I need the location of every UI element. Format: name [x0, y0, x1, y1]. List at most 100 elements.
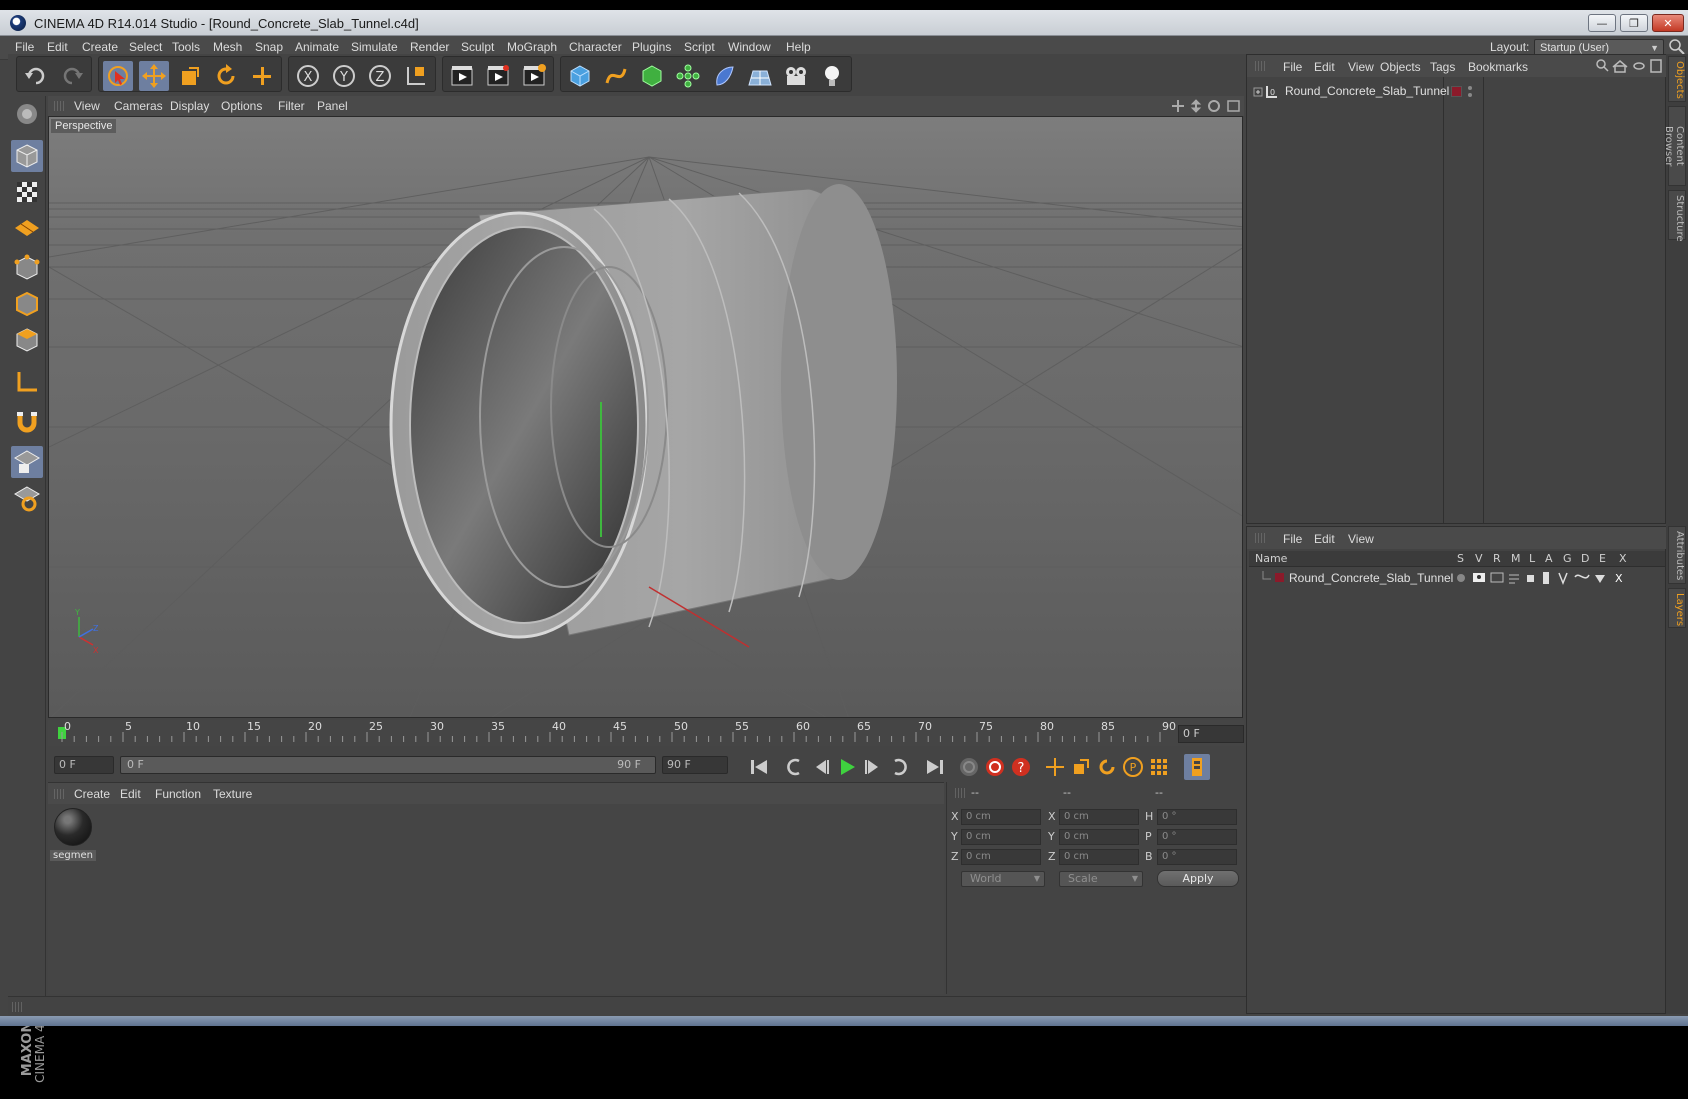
nurbs-icon[interactable]: [637, 61, 667, 91]
minimize-button[interactable]: —: [1588, 14, 1616, 32]
next-frame-icon[interactable]: [860, 754, 886, 780]
col-render[interactable]: R: [1493, 552, 1501, 565]
timeline-window-icon[interactable]: [1184, 754, 1210, 780]
col-locked[interactable]: L: [1529, 552, 1535, 565]
layer-menu-file[interactable]: File: [1283, 532, 1302, 546]
move-tool-icon[interactable]: [139, 61, 169, 91]
coordinate-mode-dropdown[interactable]: World ▼: [961, 871, 1045, 887]
edges-mode-icon[interactable]: [11, 288, 43, 320]
undo-icon[interactable]: [21, 61, 51, 91]
menu-window[interactable]: Window: [728, 40, 771, 54]
key-pla-icon[interactable]: [1146, 754, 1172, 780]
size-mode-dropdown[interactable]: Scale ▼: [1059, 871, 1143, 887]
pos-y-field[interactable]: 0 cm: [961, 829, 1041, 845]
col-xref[interactable]: X: [1619, 552, 1627, 565]
workplane-mode-icon[interactable]: [11, 212, 43, 244]
render-settings-icon[interactable]: [519, 61, 549, 91]
tab-attributes[interactable]: Attributes: [1668, 526, 1686, 584]
col-generators[interactable]: G: [1563, 552, 1572, 565]
menu-help[interactable]: Help: [786, 40, 811, 54]
previous-frame-icon[interactable]: [808, 754, 834, 780]
object-menu-tags[interactable]: Tags: [1430, 60, 1455, 74]
rot-h-field[interactable]: 0 °: [1157, 809, 1237, 825]
rot-b-field[interactable]: 0 °: [1157, 849, 1237, 865]
camera-icon[interactable]: [781, 61, 811, 91]
autokey-icon[interactable]: [982, 754, 1008, 780]
material-menu-function[interactable]: Function: [155, 787, 201, 801]
viewport-menu-filter[interactable]: Filter: [278, 99, 305, 113]
object-row[interactable]: 0 Round_Concrete_Slab_Tunnel: [1253, 83, 1653, 101]
tab-content-browser[interactable]: Content Browser: [1663, 106, 1686, 186]
previous-key-icon[interactable]: [782, 754, 808, 780]
axis-mode-icon[interactable]: [11, 366, 43, 398]
menu-edit[interactable]: Edit: [47, 40, 68, 54]
frame-range-slider[interactable]: 0 F 90 F: [120, 756, 656, 774]
live-selection-icon[interactable]: [103, 61, 133, 91]
layer-row[interactable]: Round_Concrete_Slab_Tunnel X: [1249, 569, 1665, 587]
perspective-viewport[interactable]: Y X Z Perspective: [48, 116, 1243, 718]
viewport-menu-cameras[interactable]: Cameras: [114, 99, 163, 113]
timeline-ruler[interactable]: 0 5 10 15 20 25 30 35 40 45 50 55 60 65 70 75 80 85 90: [48, 720, 1244, 746]
panel-grip-icon[interactable]: [1255, 533, 1265, 543]
x-axis-lock-icon[interactable]: X: [293, 61, 323, 91]
panel-grip-icon[interactable]: [54, 101, 64, 111]
close-button[interactable]: ✕: [1652, 14, 1684, 32]
layer-tag-icon[interactable]: [1451, 86, 1462, 97]
menu-snap[interactable]: Snap: [255, 40, 283, 54]
key-position-icon[interactable]: [1042, 754, 1068, 780]
record-keys-disabled-icon[interactable]: [956, 754, 982, 780]
layer-menu-view[interactable]: View: [1348, 532, 1374, 546]
col-deformers[interactable]: D: [1581, 552, 1589, 565]
array-icon[interactable]: [673, 61, 703, 91]
rotate-tool-icon[interactable]: [211, 61, 241, 91]
panel-grip-icon[interactable]: [54, 789, 64, 799]
cube-icon[interactable]: [565, 61, 595, 91]
size-y-field[interactable]: 0 cm: [1059, 829, 1139, 845]
menu-animate[interactable]: Animate: [295, 40, 339, 54]
z-axis-lock-icon[interactable]: Z: [365, 61, 395, 91]
rot-p-field[interactable]: 0 °: [1157, 829, 1237, 845]
object-menu-file[interactable]: File: [1283, 60, 1302, 74]
coordinate-system-icon[interactable]: [401, 61, 431, 91]
key-rotation-icon[interactable]: [1094, 754, 1120, 780]
object-menu-objects[interactable]: Objects: [1380, 60, 1421, 74]
go-to-start-icon[interactable]: [746, 754, 772, 780]
object-menu-bookmarks[interactable]: Bookmarks: [1468, 60, 1528, 74]
restore-button[interactable]: ❐: [1620, 14, 1648, 32]
pos-z-field[interactable]: 0 cm: [961, 849, 1041, 865]
make-editable-icon[interactable]: [11, 98, 43, 130]
col-name[interactable]: Name: [1255, 552, 1287, 565]
size-x-field[interactable]: 0 cm: [1059, 809, 1139, 825]
col-view[interactable]: V: [1475, 552, 1483, 565]
render-view-icon[interactable]: [447, 61, 477, 91]
menu-plugins[interactable]: Plugins: [632, 40, 671, 54]
spline-icon[interactable]: [601, 61, 631, 91]
redo-icon[interactable]: [57, 61, 87, 91]
current-frame-field[interactable]: 0 F: [1178, 725, 1244, 743]
layer-menu-edit[interactable]: Edit: [1314, 532, 1335, 546]
recent-tool-icon[interactable]: [247, 61, 277, 91]
menu-tools[interactable]: Tools: [172, 40, 200, 54]
visibility-dots-icon[interactable]: [1467, 85, 1473, 99]
menu-create[interactable]: Create: [82, 40, 118, 54]
next-key-icon[interactable]: [886, 754, 912, 780]
keyframe-selection-icon[interactable]: ?: [1008, 754, 1034, 780]
panel-grip-icon[interactable]: [955, 788, 965, 798]
object-menu-edit[interactable]: Edit: [1314, 60, 1335, 74]
tab-structure[interactable]: Structure: [1668, 190, 1686, 242]
snap-magnet-icon[interactable]: [11, 406, 43, 438]
menu-simulate[interactable]: Simulate: [351, 40, 398, 54]
menu-mesh[interactable]: Mesh: [213, 40, 242, 54]
deformer-icon[interactable]: [709, 61, 739, 91]
menu-render[interactable]: Render: [410, 40, 449, 54]
polygons-mode-icon[interactable]: [11, 324, 43, 356]
material-menu-texture[interactable]: Texture: [213, 787, 252, 801]
viewport-menu-view[interactable]: View: [74, 99, 100, 113]
menu-file[interactable]: File: [15, 40, 34, 54]
object-name[interactable]: Round_Concrete_Slab_Tunnel: [1285, 84, 1449, 98]
viewport-menu-panel[interactable]: Panel: [317, 99, 348, 113]
play-icon[interactable]: [834, 754, 860, 780]
material-menu-create[interactable]: Create: [74, 787, 110, 801]
texture-mode-icon[interactable]: [11, 176, 43, 208]
viewport-camera-label[interactable]: Perspective: [51, 119, 117, 133]
